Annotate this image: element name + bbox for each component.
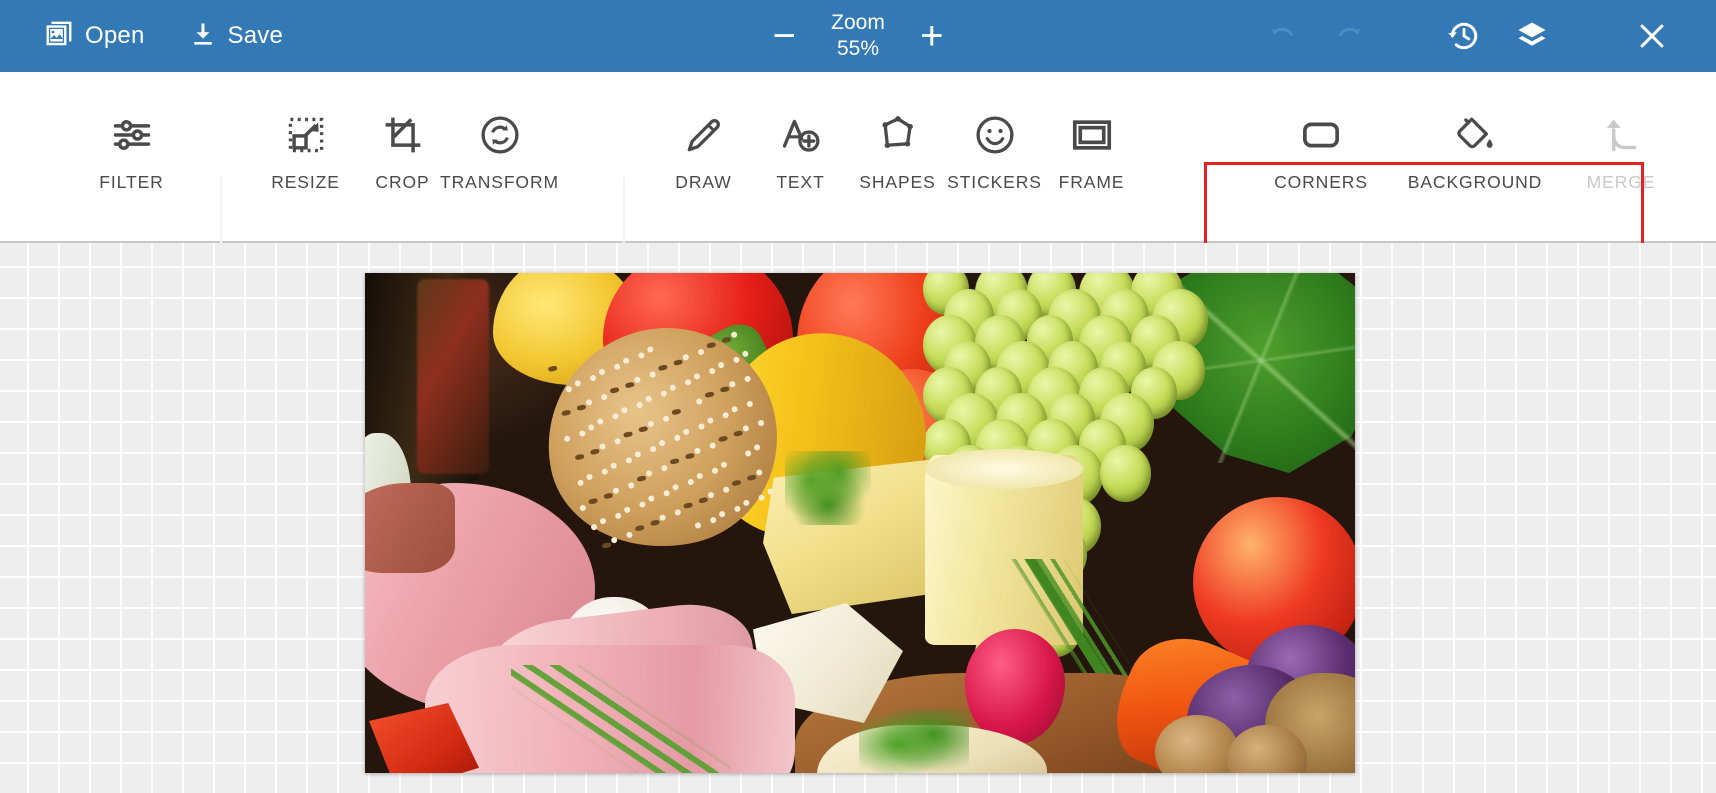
header-left-actions: Open Save (0, 19, 283, 54)
zoom-title: Zoom (831, 11, 885, 35)
tool-filter-label: FILTER (99, 172, 164, 192)
tool-background-label: BACKGROUND (1407, 172, 1543, 192)
editor-toolbar: FILTER RESIZE CROP TRANSFORM DRAW TEXT S… (0, 72, 1716, 291)
save-button[interactable]: Save (189, 20, 284, 53)
toolbar-group-adjust: FILTER (83, 72, 180, 243)
photo-cheese-round-top (925, 449, 1083, 489)
tool-crop-label: CROP (375, 172, 430, 192)
transform-icon (478, 105, 522, 157)
open-button[interactable]: Open (44, 19, 145, 54)
tool-transform-label: TRANSFORM (440, 172, 559, 192)
tool-transform[interactable]: TRANSFORM (440, 72, 558, 193)
photo-parsley (785, 451, 871, 525)
image-open-icon (44, 19, 74, 54)
zoom-value: 55% (836, 37, 880, 60)
sliders-icon (110, 105, 154, 157)
zoom-readout: Zoom 55% (831, 10, 885, 61)
tool-resize[interactable]: RESIZE (257, 72, 354, 193)
save-label: Save (227, 22, 284, 49)
tool-shapes[interactable]: SHAPES (849, 72, 946, 193)
header-right-actions (1248, 0, 1716, 72)
tool-filter[interactable]: FILTER (83, 72, 180, 193)
photo-thyme-sprig (511, 665, 731, 773)
tool-crop[interactable]: CROP (354, 72, 451, 193)
tool-stickers-label: STICKERS (947, 172, 1042, 192)
frame-icon (1070, 105, 1114, 157)
toolbar-group-canvas: CORNERS BACKGROUND MERGE (1251, 72, 1683, 243)
toolbar-group-geometry: RESIZE CROP TRANSFORM (257, 72, 558, 243)
smiley-icon (973, 105, 1017, 157)
zoom-in-button[interactable]: + (915, 16, 949, 56)
photo-ham-rind (365, 483, 455, 573)
tool-resize-label: RESIZE (271, 172, 340, 192)
tool-shapes-label: SHAPES (859, 172, 936, 192)
tool-draw[interactable]: DRAW (655, 72, 752, 193)
download-save-icon (189, 20, 217, 53)
tool-merge-label: MERGE (1586, 172, 1656, 192)
tool-background[interactable]: BACKGROUND (1391, 72, 1559, 193)
layers-button[interactable] (1498, 0, 1566, 72)
pencil-icon (682, 105, 726, 157)
zoom-control: − Zoom 55% + (767, 0, 949, 72)
toolbar-group-content: DRAW TEXT SHAPES STICKERS FRAME (655, 72, 1140, 243)
tool-draw-label: DRAW (675, 172, 732, 192)
photo-jar (417, 279, 489, 474)
open-label: Open (85, 22, 145, 49)
app-header: Open Save − Zoom 55% + (0, 0, 1716, 72)
tool-corners-label: CORNERS (1274, 172, 1368, 192)
tool-text-label: TEXT (776, 172, 825, 192)
redo-button[interactable] (1316, 0, 1384, 72)
editor-canvas[interactable] (0, 243, 1716, 793)
tool-stickers[interactable]: STICKERS (946, 72, 1043, 193)
polygon-shape-icon (876, 105, 920, 157)
rounded-rect-icon (1299, 105, 1343, 157)
canvas-image[interactable] (365, 273, 1355, 773)
resize-icon (284, 105, 328, 157)
close-button[interactable] (1618, 0, 1686, 72)
tool-corners[interactable]: CORNERS (1251, 72, 1391, 193)
tool-frame[interactable]: FRAME (1043, 72, 1140, 193)
history-button[interactable] (1430, 0, 1498, 72)
crop-icon (381, 105, 425, 157)
undo-button[interactable] (1248, 0, 1316, 72)
paint-bucket-icon (1453, 105, 1497, 157)
tool-frame-label: FRAME (1058, 172, 1125, 192)
text-add-icon (779, 105, 823, 157)
merge-arrow-icon (1599, 105, 1643, 157)
zoom-out-button[interactable]: − (767, 16, 801, 56)
tool-text[interactable]: TEXT (752, 72, 849, 193)
photo-basil (859, 709, 969, 773)
tool-merge[interactable]: MERGE (1559, 72, 1683, 193)
